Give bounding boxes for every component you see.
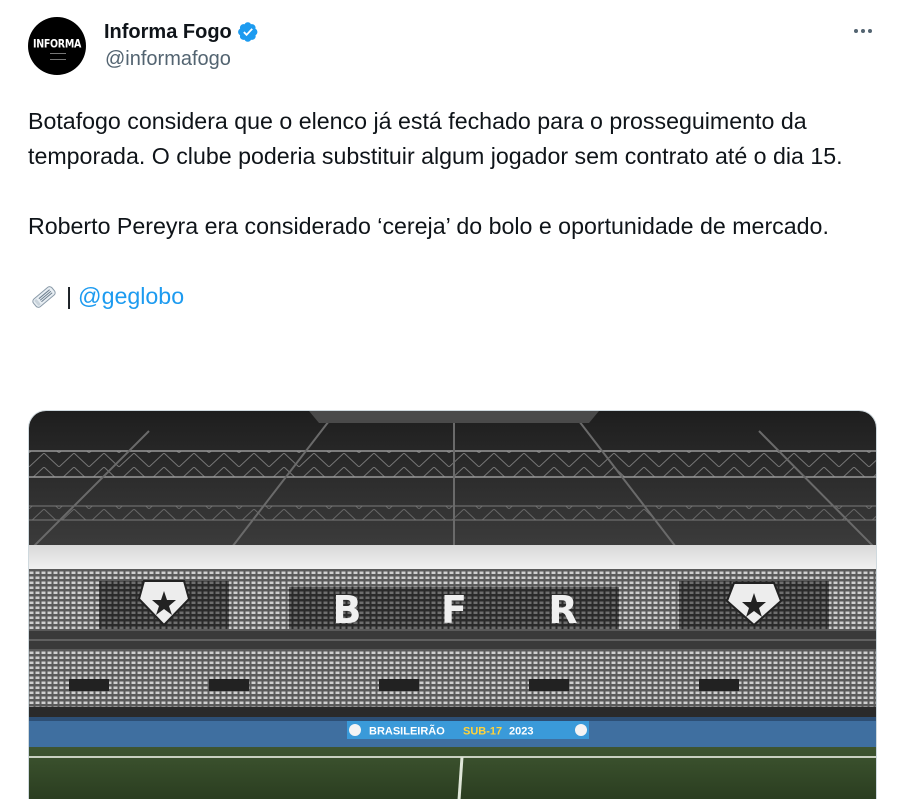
verified-badge-icon[interactable]	[237, 21, 259, 43]
stadium-photo: B F R BRASILEIRÃO SUB-17 2023	[29, 411, 876, 799]
tweet-paragraph: Roberto Pereyra era considerado ‘cereja’…	[28, 213, 829, 239]
more-horizontal-icon-dot	[868, 29, 872, 33]
banner-text-year: 2023	[509, 726, 533, 738]
source-mention-link[interactable]: @geglobo	[78, 279, 184, 314]
more-horizontal-icon	[854, 29, 858, 33]
banner-text-primary: BRASILEIRÃO	[369, 725, 445, 738]
author-display-name[interactable]: Informa Fogo	[104, 21, 232, 44]
banner-text-sub: SUB-17	[463, 726, 502, 738]
tweet: INFORMA Informa Fogo @informafogo Botafo…	[0, 0, 898, 799]
avatar-logo-mark	[50, 53, 66, 60]
stadium-crest-left	[99, 580, 229, 629]
stadium-letter: F	[441, 588, 467, 632]
more-horizontal-icon-dot	[861, 29, 865, 33]
author-handle[interactable]: @informafogo	[105, 48, 231, 71]
stadium-crest-right	[679, 581, 829, 629]
competition-banner: BRASILEIRÃO SUB-17 2023	[347, 721, 589, 739]
avatar[interactable]: INFORMA	[28, 17, 86, 75]
stadium-letter: R	[548, 588, 577, 632]
tweet-text: Botafogo considera que o elenco já está …	[28, 104, 878, 314]
stadium-letter: B	[333, 588, 362, 632]
newspaper-icon	[28, 281, 60, 313]
tweet-paragraph: Botafogo considera que o elenco já está …	[28, 108, 843, 169]
source-separator: |	[66, 283, 73, 309]
author-name-row: Informa Fogo	[104, 18, 259, 46]
more-options-button[interactable]	[848, 20, 878, 42]
tweet-media-image[interactable]: B F R BRASILEIRÃO SUB-17 2023	[28, 410, 877, 799]
source-line: | @geglobo	[28, 279, 878, 314]
avatar-logo-text: INFORMA	[32, 37, 82, 52]
